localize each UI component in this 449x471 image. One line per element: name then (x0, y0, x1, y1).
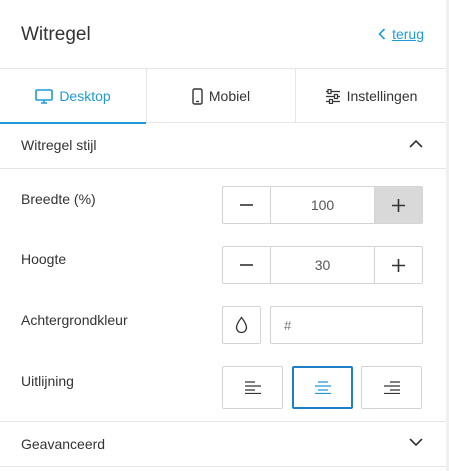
spacer-settings-panel: Witregel terug Desktop Mobiel Instelling… (0, 0, 449, 471)
height-stepper: 30 (222, 246, 423, 284)
tab-mobile[interactable]: Mobiel (147, 69, 296, 123)
width-decrease-button[interactable] (223, 187, 271, 223)
align-left-icon (244, 381, 261, 394)
width-stepper: 100 (222, 186, 423, 224)
desktop-icon (35, 88, 54, 104)
height-value[interactable]: 30 (271, 247, 374, 283)
tab-desktop-label: Desktop (59, 88, 111, 104)
advanced-section-header[interactable]: Geavanceerd (0, 421, 446, 467)
sliders-icon (325, 88, 340, 104)
chevron-down-icon (409, 438, 423, 447)
device-tabs: Desktop Mobiel Instellingen (0, 69, 446, 124)
tab-settings-label: Instellingen (346, 88, 418, 104)
width-label: Breedte (%) (21, 191, 96, 207)
tab-desktop[interactable]: Desktop (0, 69, 147, 124)
plus-icon (392, 198, 405, 212)
width-value[interactable]: 100 (271, 187, 374, 223)
droplet-icon (235, 316, 248, 334)
background-color-label: Achtergrondkleur (21, 312, 128, 328)
plus-icon (392, 258, 405, 272)
panel-title: Witregel (21, 24, 91, 45)
mobile-icon (192, 87, 203, 105)
style-section-header[interactable]: Witregel stijl (0, 123, 446, 169)
align-left-button[interactable] (222, 366, 283, 409)
background-color-input[interactable] (270, 306, 423, 344)
minus-icon (240, 204, 253, 206)
height-label: Hoogte (21, 251, 67, 267)
width-increase-button[interactable] (374, 187, 422, 223)
align-center-icon (314, 381, 331, 394)
chevron-up-icon (409, 139, 423, 148)
tab-mobile-label: Mobiel (208, 88, 251, 104)
minus-icon (240, 264, 253, 266)
color-picker-button[interactable] (222, 306, 261, 344)
align-right-icon (383, 381, 400, 394)
height-decrease-button[interactable] (223, 247, 271, 283)
back-link-label: terug (392, 26, 424, 42)
advanced-section-title: Geavanceerd (21, 436, 106, 452)
tab-settings[interactable]: Instellingen (296, 69, 446, 123)
align-center-button[interactable] (292, 366, 353, 409)
chevron-left-icon (378, 28, 386, 40)
height-increase-button[interactable] (374, 247, 422, 283)
align-right-button[interactable] (361, 366, 422, 409)
style-section-title: Witregel stijl (21, 137, 97, 153)
alignment-label: Uitlijning (21, 373, 74, 389)
back-link[interactable]: terug (378, 26, 424, 42)
panel-header: Witregel terug (0, 0, 446, 69)
